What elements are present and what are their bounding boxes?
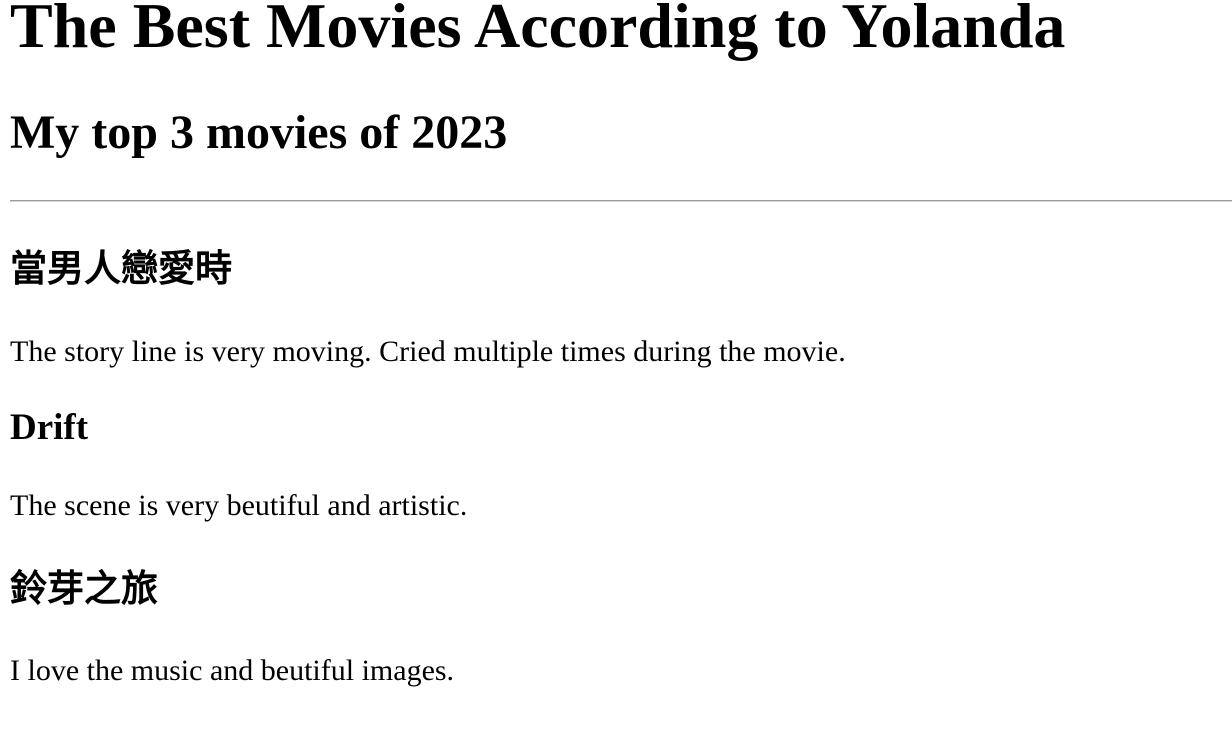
- divider: [10, 200, 1232, 202]
- page-title: The Best Movies According to Yolanda: [10, 0, 1066, 61]
- page: The Best Movies According to Yolanda My …: [0, 0, 1232, 750]
- movie-title-2: Drift: [10, 407, 89, 448]
- page-subtitle: My top 3 movies of 2023: [10, 106, 508, 159]
- movie-review-1: The story line is very moving. Cried mul…: [10, 335, 846, 368]
- movie-review-3: I love the music and beutiful images.: [10, 654, 455, 687]
- movie-title-1: 當男人戀愛時: [10, 249, 232, 290]
- movie-title-3: 鈴芽之旅: [10, 569, 158, 610]
- movie-review-2: The scene is very beutiful and artistic.: [10, 489, 468, 522]
